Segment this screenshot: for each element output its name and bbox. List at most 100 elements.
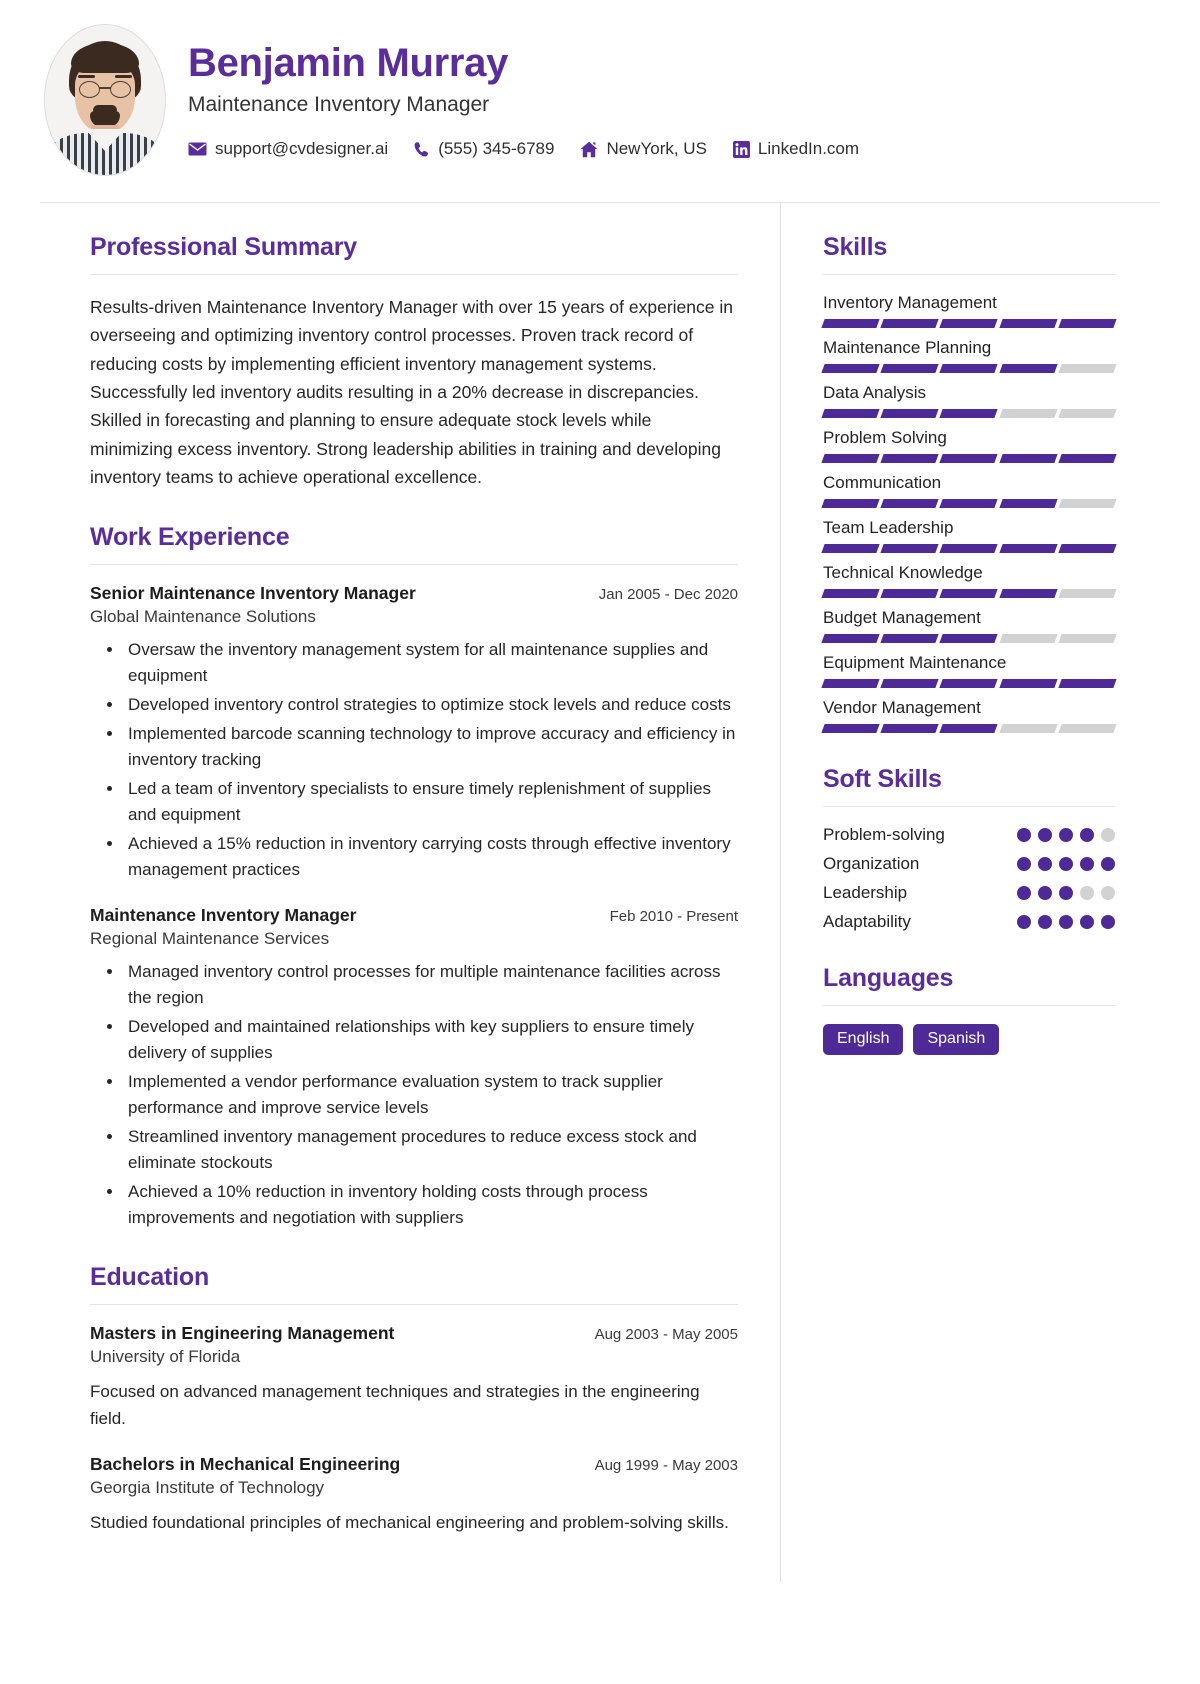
skill-segment [880,634,940,643]
rating-dot [1080,915,1094,929]
skill-name: Team Leadership [823,518,954,537]
rating-dot [1059,886,1073,900]
skill-segment [939,319,999,328]
contact-location-text: NewYork, US [606,139,707,158]
soft-skill-rating [1017,915,1115,929]
education-entry: Bachelors in Mechanical Engineering Aug 1… [90,1454,738,1536]
education-date: Aug 1999 - May 2003 [594,1457,738,1475]
list-item: Managed inventory control processes for … [124,959,738,1011]
summary-text: Results-driven Maintenance Inventory Man… [90,297,733,488]
work-entry-bullets: Oversaw the inventory management system … [90,637,738,883]
skill-segment [939,454,999,463]
education-entry: Masters in Engineering Management Aug 200… [90,1323,738,1432]
skill-segment [1058,454,1117,463]
soft-skill-name: Problem-solving [823,825,945,844]
skill-name: Budget Management [823,608,981,627]
list-item: Streamlined inventory management procedu… [124,1124,738,1176]
skill-level-bar [821,319,1117,328]
skill-segment [1058,544,1117,553]
section-languages: Languages English Spanish [823,964,1115,1055]
section-divider [823,1005,1115,1006]
skill-segment [939,364,999,373]
skill-segment [998,724,1058,733]
education-entry-header: Masters in Engineering Management Aug 200… [90,1323,738,1344]
skill-segment [880,319,940,328]
skill-level-bar [821,544,1117,553]
section-work-experience: Work Experience Senior Maintenance Inven… [90,523,738,1231]
skill-segment [939,724,999,733]
rating-dot [1080,886,1094,900]
contact-location[interactable]: NewYork, US [580,139,707,159]
skill-row: Equipment Maintenance [821,653,1117,688]
resume-page: Benjamin Murray Maintenance Inventory Ma… [40,0,1160,1583]
contact-email[interactable]: support@cvdesigner.ai [188,139,388,159]
contact-linkedin-text: LinkedIn.com [757,139,860,158]
rating-dot [1101,828,1115,842]
education-degree: Bachelors in Mechanical Engineering [90,1454,401,1475]
section-education: Education Masters in Engineering Managem… [90,1263,738,1536]
skill-row: Problem Solving [821,428,1117,463]
language-tag-list: English Spanish [823,1024,1115,1055]
skill-row: Budget Management [821,608,1117,643]
skill-level-bar [821,364,1117,373]
language-tag: Spanish [913,1024,1000,1055]
rating-dot [1017,886,1031,900]
skill-segment [939,499,999,508]
skill-segment [998,409,1058,418]
section-title-languages: Languages [823,964,954,992]
skills-list: Inventory Management Maintenance Planning… [821,293,1117,733]
education-entry-header: Bachelors in Mechanical Engineering Aug 1… [90,1454,738,1475]
right-column: Skills Inventory Management Maintenance P… [780,203,1160,1583]
skill-segment [1058,409,1117,418]
section-title-summary: Professional Summary [90,233,357,261]
soft-skill-rating [1017,828,1115,842]
skill-segment [880,589,940,598]
soft-skill-row: Leadership [823,883,1115,903]
section-professional-summary: Professional Summary Results-driven Main… [90,233,738,491]
skill-segment [821,454,880,463]
work-entry-org: Regional Maintenance Services [90,929,330,949]
skill-row: Maintenance Planning [821,338,1117,373]
soft-skill-name: Adaptability [823,912,911,931]
list-item: Oversaw the inventory management system … [124,637,738,689]
section-divider [823,274,1115,275]
skill-segment [880,724,940,733]
soft-skill-name: Leadership [823,883,908,902]
skill-level-bar [821,589,1117,598]
skill-name: Communication [823,473,942,492]
section-skills: Skills Inventory Management Maintenance P… [821,233,1117,733]
contact-phone[interactable]: (555) 345-6789 [414,139,554,159]
skill-segment [821,679,880,688]
skill-segment [998,679,1058,688]
skill-segment [821,409,880,418]
skill-level-bar [821,499,1117,508]
skill-segment [939,679,999,688]
list-item: Developed inventory control strategies t… [124,692,738,718]
envelope-icon [188,142,207,156]
skill-segment [998,589,1058,598]
work-entry-role: Senior Maintenance Inventory Manager [90,583,416,604]
skill-segment [880,454,940,463]
soft-skill-row: Adaptability [823,912,1115,932]
work-entry-date: Jan 2005 - Dec 2020 [598,586,738,604]
skill-segment [880,499,940,508]
contact-linkedin[interactable]: LinkedIn.com [732,139,860,159]
education-school: Georgia Institute of Technology [90,1478,325,1498]
skill-segment [939,634,999,643]
rating-dot [1101,886,1115,900]
skill-segment [1058,679,1117,688]
skill-segment [821,364,880,373]
skill-segment [998,499,1058,508]
rating-dot [1059,828,1073,842]
skill-name: Maintenance Planning [823,338,992,357]
education-entry-list: Masters in Engineering Management Aug 200… [90,1323,738,1536]
contact-phone-text: (555) 345-6789 [438,139,555,158]
work-entry-bullets: Managed inventory control processes for … [90,959,738,1231]
skill-segment [998,634,1058,643]
section-divider [823,806,1115,807]
skill-row: Data Analysis [821,383,1117,418]
skill-level-bar [821,634,1117,643]
skill-row: Communication [821,473,1117,508]
education-description: Studied foundational principles of mecha… [90,1513,729,1533]
education-degree: Masters in Engineering Management [90,1323,395,1344]
